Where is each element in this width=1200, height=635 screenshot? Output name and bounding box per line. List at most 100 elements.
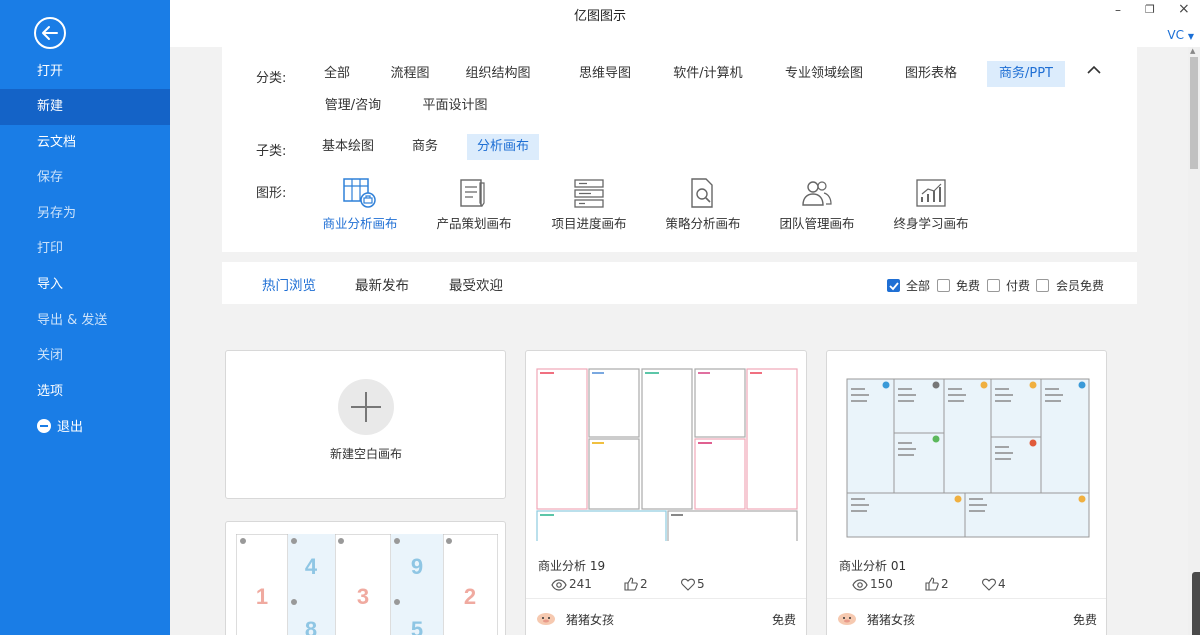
likes-stat[interactable]: 2 <box>925 577 949 591</box>
user-menu[interactable]: VC ▼ <box>1167 28 1194 42</box>
back-arrow-icon[interactable] <box>34 17 66 49</box>
avatar[interactable] <box>837 610 857 626</box>
favorites-stat[interactable]: 4 <box>982 577 1006 591</box>
avatar[interactable] <box>536 610 556 626</box>
shape-team-canvas[interactable]: 团队管理画布 <box>762 177 872 237</box>
category-professional[interactable]: 专业领域绘图 <box>778 61 870 87</box>
category-all[interactable]: 全部 <box>312 61 362 87</box>
canvas-icon <box>343 178 376 208</box>
category-flowchart[interactable]: 流程图 <box>380 61 440 87</box>
shape-product-canvas[interactable]: 产品策划画布 <box>419 177 529 237</box>
document-search-icon <box>691 178 713 208</box>
likes-count: 2 <box>941 577 949 591</box>
user-initials: VC <box>1167 28 1185 42</box>
shape-label-team: 团队管理画布 <box>779 216 855 231</box>
template-card-partial[interactable]: 4 1 3 9 2 8 5 <box>225 521 506 635</box>
partial-number-1: 4 <box>305 554 318 579</box>
sidebar-item-export-send[interactable]: 导出 & 发送 <box>0 303 170 339</box>
shape-business-canvas[interactable]: 商业分析画布 <box>305 177 415 237</box>
subcategory-analysis-canvas[interactable]: 分析画布 <box>467 134 539 160</box>
sidebar-item-new[interactable]: 新建 <box>0 89 170 125</box>
shape-label-learning: 终身学习画布 <box>893 216 969 231</box>
checkbox-member-free[interactable] <box>1036 279 1049 292</box>
template-footer: 猪猪女孩 免费 <box>827 598 1106 635</box>
people-icon <box>802 181 832 206</box>
price-badge: 免费 <box>771 613 796 627</box>
title-bar: 亿图图示 – ❐ × VC ▼ <box>170 0 1200 47</box>
subcategory-basic[interactable]: 基本绘图 <box>318 134 378 160</box>
template-card[interactable]: 商业分析 19 241 2 5 猪猪女孩 免费 <box>525 350 807 635</box>
sidebar-item-open[interactable]: 打开 <box>0 54 170 90</box>
partial-number-2: 1 <box>256 584 268 609</box>
sidebar-item-import[interactable]: 导入 <box>0 267 170 303</box>
shape-label: 图形: <box>256 186 287 201</box>
checkbox-paid-label: 付费 <box>1006 279 1031 293</box>
minimize-icon[interactable]: – <box>1115 3 1121 17</box>
category-org-chart[interactable]: 组织结构图 <box>462 61 534 87</box>
subcategory-business[interactable]: 商务 <box>407 134 443 160</box>
category-label: 分类: <box>256 71 287 86</box>
new-blank-canvas-card[interactable]: 新建空白画布 <box>225 350 506 499</box>
category-software[interactable]: 软件/计算机 <box>666 61 750 87</box>
shape-label-business: 商业分析画布 <box>322 216 398 231</box>
shape-strategy-canvas[interactable]: 策略分析画布 <box>648 177 758 237</box>
sidebar-item-print[interactable]: 打印 <box>0 231 170 267</box>
category-graphic-table[interactable]: 图形表格 <box>898 61 964 87</box>
tab-hot[interactable]: 热门浏览 <box>262 274 316 294</box>
tab-latest[interactable]: 最新发布 <box>355 274 409 294</box>
checkbox-paid[interactable] <box>987 279 1000 292</box>
views-stat: 150 <box>852 577 893 591</box>
list-icon <box>574 179 604 208</box>
thumbs-up-icon <box>624 577 638 591</box>
sidebar-item-options[interactable]: 选项 <box>0 374 170 410</box>
shape-label-product: 产品策划画布 <box>436 216 512 231</box>
template-title: 商业分析 19 <box>538 559 606 573</box>
tab-popular[interactable]: 最受欢迎 <box>449 274 503 294</box>
category-graphic-design[interactable]: 平面设计图 <box>418 93 492 119</box>
partial-number-6: 8 <box>305 617 317 635</box>
likes-stat[interactable]: 2 <box>624 577 648 591</box>
checkbox-free-label: 免费 <box>956 279 981 293</box>
favorites-stat[interactable]: 5 <box>681 577 705 591</box>
partial-number-5: 2 <box>464 584 476 609</box>
sidebar-item-exit-label: 退出 <box>57 420 84 435</box>
subcategory-label: 子类: <box>256 144 287 159</box>
chevron-up-icon[interactable] <box>1086 65 1102 75</box>
scroll-thumb[interactable] <box>1190 57 1198 169</box>
checkbox-free[interactable] <box>937 279 950 292</box>
sidebar-item-exit[interactable]: 退出 <box>0 410 170 446</box>
author-name[interactable]: 猪猪女孩 <box>867 611 915 628</box>
heart-icon <box>681 578 695 591</box>
scroll-up-icon[interactable]: ▲ <box>1190 47 1195 55</box>
sidebar-item-cloud-docs[interactable]: 云文档 <box>0 125 170 161</box>
template-card[interactable]: 商业分析 01 150 2 4 猪猪女孩 免费 <box>826 350 1107 635</box>
sidebar-item-close[interactable]: 关闭 <box>0 338 170 374</box>
new-blank-canvas-label: 新建空白画布 <box>329 447 402 461</box>
template-thumbnail <box>837 359 1099 541</box>
shape-label-project: 项目进度画布 <box>551 216 627 231</box>
category-business-ppt[interactable]: 商务/PPT <box>987 61 1065 87</box>
shape-project-canvas[interactable]: 项目进度画布 <box>534 177 644 237</box>
sidebar-item-save-as[interactable]: 另存为 <box>0 196 170 232</box>
close-icon[interactable]: × <box>1178 1 1190 17</box>
author-name[interactable]: 猪猪女孩 <box>566 611 614 628</box>
partial-number-3: 3 <box>357 584 369 609</box>
restore-icon[interactable]: ❐ <box>1145 3 1155 16</box>
checkbox-all[interactable] <box>887 279 900 292</box>
template-thumbnail: 4 1 3 9 2 8 5 <box>236 534 498 635</box>
sidebar-item-save[interactable]: 保存 <box>0 160 170 196</box>
price-badge: 免费 <box>1072 613 1097 627</box>
caret-down-icon: ▼ <box>1187 32 1194 41</box>
vertical-scrollbar[interactable]: ▲ <box>1188 47 1200 635</box>
template-title: 商业分析 01 <box>839 559 907 573</box>
views-count: 150 <box>870 577 893 591</box>
growth-chart-icon <box>916 179 946 207</box>
exit-icon <box>37 419 51 433</box>
category-mind-map[interactable]: 思维导图 <box>569 61 641 87</box>
favorites-count: 4 <box>998 577 1006 591</box>
shape-label-strategy: 策略分析画布 <box>665 216 741 231</box>
template-thumbnail <box>536 359 798 541</box>
shape-learning-canvas[interactable]: 终身学习画布 <box>876 177 986 237</box>
heart-icon <box>982 578 996 591</box>
category-management[interactable]: 管理/咨询 <box>318 93 388 119</box>
